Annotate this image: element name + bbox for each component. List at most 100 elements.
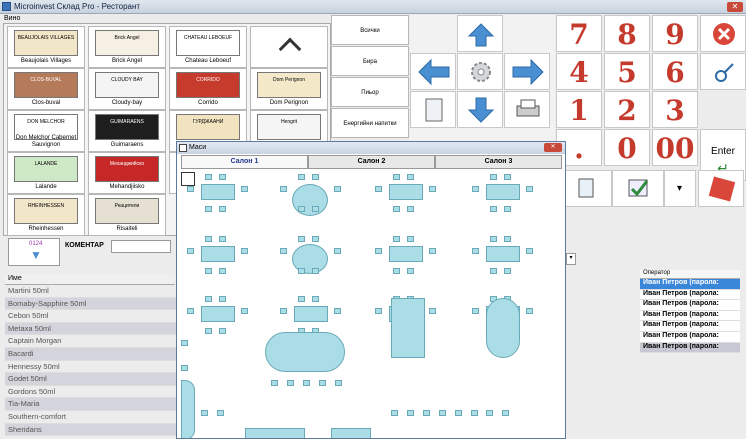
- restaurant-table[interactable]: [486, 298, 520, 358]
- numpad-key[interactable]: 8: [604, 15, 650, 52]
- list-item[interactable]: Captain Morgan: [5, 335, 177, 348]
- chair-icon: [312, 174, 319, 180]
- list-item[interactable]: Tia-Maria: [5, 398, 177, 411]
- up-arrow-button[interactable]: [457, 15, 503, 52]
- key-button[interactable]: [700, 53, 746, 90]
- more-dropdown-button[interactable]: ▾: [664, 170, 696, 207]
- wine-item[interactable]: DON MELCHOR Don Melchor Cabernet Sauvigno…: [7, 110, 85, 152]
- dialog-title: Маси: [189, 144, 207, 151]
- wine-item[interactable]: GUIMARAENS Guimaraens: [88, 110, 166, 152]
- restaurant-table[interactable]: [391, 298, 425, 358]
- list-item[interactable]: Bomaby-Sapphire 50ml: [5, 297, 177, 311]
- numpad-key[interactable]: 4: [556, 53, 602, 90]
- restaurant-table[interactable]: [389, 246, 423, 262]
- settings-button[interactable]: [457, 53, 503, 90]
- menu-label: Вино: [4, 15, 21, 22]
- notepad-icon: [578, 178, 594, 198]
- chair-icon: [187, 186, 194, 192]
- restaurant-table[interactable]: [331, 428, 371, 438]
- wine-item[interactable]: Dom Perignon Dom Perignon: [250, 68, 328, 110]
- restaurant-table[interactable]: [201, 306, 235, 322]
- chair-icon: [490, 268, 497, 274]
- operator-row[interactable]: Иван Петров (парола:: [640, 331, 740, 343]
- chair-icon: [271, 380, 278, 386]
- list-item[interactable]: Martini 50ml: [5, 285, 177, 298]
- chair-icon: [472, 308, 479, 314]
- right-arrow-button[interactable]: [504, 53, 550, 90]
- salon-tab[interactable]: Салон 1: [181, 155, 308, 169]
- category-button[interactable]: Бира: [331, 46, 409, 76]
- wine-item[interactable]: CLOUDY BAY Cloudy-bay: [88, 68, 166, 110]
- cancel-button[interactable]: [700, 15, 746, 52]
- numpad-key[interactable]: 5: [604, 53, 650, 90]
- wine-item[interactable]: BEAUJOLAIS VILLAGES Beaujolais Villages: [7, 26, 85, 68]
- edit-button[interactable]: [560, 170, 612, 207]
- numpad-key[interactable]: 2: [604, 91, 650, 128]
- chair-icon: [334, 186, 341, 192]
- filter-dropdown[interactable]: ▾: [566, 253, 576, 265]
- restaurant-table[interactable]: [486, 184, 520, 200]
- scroll-up-button[interactable]: [250, 26, 328, 68]
- list-item[interactable]: Gordons 50ml: [5, 386, 177, 399]
- down-arrow-button[interactable]: [457, 91, 503, 128]
- list-item[interactable]: Godet 50ml: [5, 373, 177, 386]
- numpad-key[interactable]: 9: [652, 15, 698, 52]
- restaurant-table[interactable]: [389, 184, 423, 200]
- wine-item[interactable]: LALANDE Lalande: [7, 152, 85, 194]
- comment-input[interactable]: [111, 240, 171, 253]
- comment-badge-button[interactable]: 0124 ▼: [8, 238, 60, 266]
- wine-item[interactable]: Ркацители Risaiteli: [88, 194, 166, 236]
- chair-icon: [298, 236, 305, 242]
- numpad-key[interactable]: 7: [556, 15, 602, 52]
- wine-name: Risaiteli: [116, 226, 138, 232]
- left-arrow-button[interactable]: [410, 53, 456, 90]
- selected-cell[interactable]: [181, 172, 195, 186]
- numpad-key[interactable]: 1: [556, 91, 602, 128]
- salon-tab[interactable]: Салон 2: [308, 155, 435, 169]
- wine-item[interactable]: CORRIDO Corrido: [169, 68, 247, 110]
- numpad-key[interactable]: 3: [652, 91, 698, 128]
- list-item[interactable]: Hennessy 50ml: [5, 361, 177, 374]
- restaurant-table[interactable]: [201, 184, 235, 200]
- restaurant-table[interactable]: [294, 306, 328, 322]
- wine-item[interactable]: Brick Angel Brick Angel: [88, 26, 166, 68]
- list-item[interactable]: Metaxa 50ml: [5, 322, 177, 336]
- restaurant-table[interactable]: [201, 246, 235, 262]
- numpad-key[interactable]: 00: [652, 129, 698, 166]
- operator-row[interactable]: Иван Петров (парола:: [640, 321, 740, 332]
- operator-row[interactable]: Иван Петров (парола:: [640, 289, 740, 301]
- operator-row[interactable]: Иван Петров (парола:: [640, 310, 740, 322]
- chair-icon: [490, 236, 497, 242]
- category-button[interactable]: Енергийни напитки: [331, 108, 409, 138]
- operator-row[interactable]: Иван Петров (парола:: [640, 279, 740, 290]
- wine-item[interactable]: Механджийско Mehandjiisko: [88, 152, 166, 194]
- list-item[interactable]: Cebon 50ml: [5, 310, 177, 323]
- category-button[interactable]: Всички: [331, 15, 409, 45]
- numpad-key[interactable]: 6: [652, 53, 698, 90]
- close-window-button[interactable]: ✕: [727, 2, 743, 12]
- confirm-button[interactable]: [612, 170, 664, 207]
- list-item[interactable]: Sheridans: [5, 423, 177, 437]
- salon-tab[interactable]: Салон 3: [435, 155, 562, 169]
- operator-row[interactable]: Иван Петров (парола:: [640, 342, 740, 354]
- dialog-close-button[interactable]: ✕: [544, 143, 562, 152]
- print-button[interactable]: [504, 91, 550, 128]
- category-button[interactable]: Пиьор: [331, 77, 409, 107]
- list-item[interactable]: Southern-comfort: [5, 411, 177, 424]
- chair-icon: [504, 236, 511, 242]
- restaurant-table[interactable]: [245, 428, 305, 438]
- restaurant-table[interactable]: [486, 246, 520, 262]
- restaurant-table[interactable]: [265, 332, 345, 372]
- chair-icon: [334, 308, 341, 314]
- document-button[interactable]: [410, 91, 456, 128]
- restaurant-table[interactable]: [181, 380, 195, 438]
- reserved-button[interactable]: [698, 170, 744, 207]
- wine-item[interactable]: RHEINHESSEN Rheinhessen: [7, 194, 85, 236]
- chair-icon: [312, 206, 319, 212]
- operator-row[interactable]: Иван Петров (парола:: [640, 300, 740, 311]
- wine-item[interactable]: CLOS-BUVAL Clos-buval: [7, 68, 85, 110]
- list-item[interactable]: Bacardi: [5, 347, 177, 361]
- numpad-key[interactable]: 0: [604, 129, 650, 166]
- wine-item[interactable]: CHATEAU LEBOEUF Chateau Leboeuf: [169, 26, 247, 68]
- chair-icon: [490, 206, 497, 212]
